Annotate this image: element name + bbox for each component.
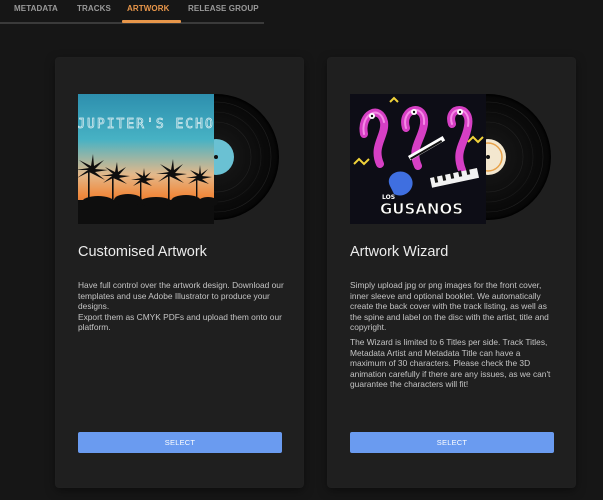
select-customised-artwork-button[interactable]: SELECT [78, 432, 282, 453]
tab-bar: METADATA TRACKS ARTWORK RELEASE GROUP [0, 0, 264, 24]
description-paragraph: Have full control over the artwork desig… [78, 280, 284, 312]
customised-artwork-card: JUPITER'S ECHO Customised Artwork Have f… [56, 58, 303, 487]
tab-tracks[interactable]: TRACKS [77, 4, 111, 13]
card-title: Customised Artwork [78, 244, 207, 260]
vinyl-mockup-image: LOS GUSANOS [350, 94, 551, 224]
card-description: Have full control over the artwork desig… [78, 280, 286, 337]
description-paragraph: The Wizard is limited to 6 Titles per si… [350, 336, 551, 390]
vinyl-mockup-image: JUPITER'S ECHO [78, 94, 279, 224]
description-paragraph: Export them as CMYK PDFs and upload them… [78, 311, 282, 333]
active-tab-indicator [122, 20, 181, 23]
cover-title-text: JUPITER'S ECHO [78, 117, 215, 132]
tab-release-group[interactable]: RELEASE GROUP [188, 4, 259, 13]
description-paragraph: Simply upload jpg or png images for the … [350, 280, 549, 333]
card-description: Simply upload jpg or png images for the … [350, 280, 558, 394]
tab-artwork[interactable]: ARTWORK [127, 4, 169, 13]
card-title: Artwork Wizard [350, 244, 449, 260]
select-artwork-wizard-button[interactable]: SELECT [350, 432, 554, 453]
tab-metadata[interactable]: METADATA [14, 4, 58, 13]
artwork-wizard-card: LOS GUSANOS Artwork Wizard Simply upload… [328, 58, 575, 487]
cover-title-text: GUSANOS [380, 200, 463, 218]
